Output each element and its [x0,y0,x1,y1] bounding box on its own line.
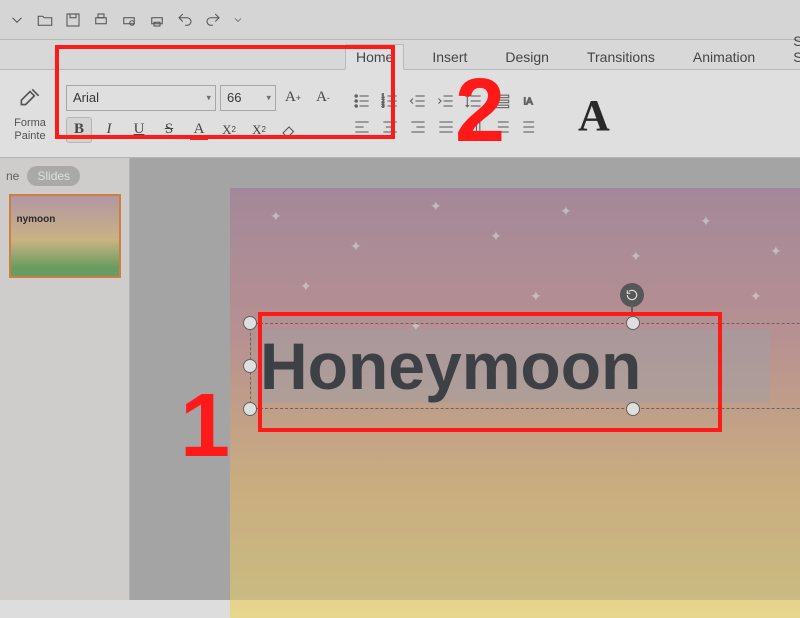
slide-canvas-area: ✦ ✦ ✦ ✦ ✦ ✦ ✦ ✦ ✦ ✦ ✦ ✦ Honeymoon [130,158,800,600]
tab-home[interactable]: Home [345,44,404,70]
bold-button[interactable]: B [66,117,92,143]
format-painter-label-1: Forma [6,117,54,129]
decrease-indent-icon[interactable] [408,91,428,111]
slide-thumbnail-1[interactable]: nymoon [9,194,121,278]
align-center-icon[interactable] [380,117,400,137]
tutorial-number-2: 2 [455,60,505,163]
format-painter-chunk: Forma Painte [6,85,54,141]
redo-icon[interactable] [204,11,222,29]
increase-indent-icon[interactable] [436,91,456,111]
font-size-value: 66 [227,90,241,105]
thumbnail-title: nymoon [17,214,56,225]
workspace: ne Slides nymoon ✦ ✦ ✦ ✦ ✦ ✦ ✦ ✦ ✦ ✦ ✦ ✦ [0,158,800,600]
slides-tab[interactable]: Slides [27,166,80,186]
numbering-icon[interactable]: 123 [380,91,400,111]
outline-tab[interactable]: ne [6,169,19,183]
rotate-handle[interactable] [620,283,644,307]
text-styles-button[interactable]: A [578,90,610,141]
text-direction-icon[interactable]: IA [520,91,540,111]
strikethrough-button[interactable]: S [156,117,182,143]
resize-handle-nw[interactable] [243,316,257,330]
font-color-button[interactable]: A [186,117,212,143]
tab-slideshow[interactable]: Slide Show [783,29,800,69]
clear-formatting-button[interactable] [276,117,302,143]
tutorial-number-1: 1 [180,375,230,478]
chevron-down-icon: ▾ [266,92,271,103]
format-painter-label-2: Painte [6,130,54,142]
resize-handle-n[interactable] [626,316,640,330]
undo-icon[interactable] [176,11,194,29]
open-icon[interactable] [36,11,54,29]
resize-handle-w[interactable] [243,359,257,373]
rotate-icon [625,288,639,302]
italic-button[interactable]: I [96,117,122,143]
tab-transitions[interactable]: Transitions [577,45,665,69]
superscript-button[interactable]: X2 [216,117,242,143]
print-direct-icon[interactable] [148,11,166,29]
font-size-combo[interactable]: 66 ▾ [220,85,276,111]
chevron-down-icon: ▾ [206,92,211,103]
slide-panel: ne Slides nymoon [0,158,130,600]
save-icon[interactable] [64,11,82,29]
dropdown-icon[interactable] [8,11,26,29]
tab-animation[interactable]: Animation [683,45,765,69]
align-right-icon[interactable] [408,117,428,137]
increase-font-size-button[interactable]: A+ [280,85,306,111]
svg-text:3: 3 [382,103,385,109]
resize-handle-sw[interactable] [243,402,257,416]
align-left-icon[interactable] [352,117,372,137]
decrease-font-size-button[interactable]: A- [310,85,336,111]
format-painter-icon [17,85,43,111]
font-name-value: Arial [73,90,99,105]
indent-right-icon[interactable] [520,117,540,137]
slide[interactable]: ✦ ✦ ✦ ✦ ✦ ✦ ✦ ✦ ✦ ✦ ✦ ✦ Honeymoon [230,188,800,618]
paragraph-group: 123 IA [348,85,544,143]
resize-handle-s[interactable] [626,402,640,416]
bullets-icon[interactable] [352,91,372,111]
quick-access-toolbar [0,0,800,40]
ribbon-home: Forma Painte Arial ▾ 66 ▾ A+ A- B I U S … [0,70,800,158]
subscript-button[interactable]: X2 [246,117,272,143]
print-icon[interactable] [92,11,110,29]
align-justify-icon[interactable] [436,117,456,137]
underline-button[interactable]: U [126,117,152,143]
format-painter-button[interactable]: Forma Painte [6,85,54,141]
font-group: Arial ▾ 66 ▾ A+ A- B I U S A X2 X2 [60,79,342,149]
ribbon-tab-strip: Home Insert Design Transitions Animation… [0,40,800,70]
title-textbox[interactable]: Honeymoon [250,323,800,409]
qat-more-icon[interactable] [232,11,244,29]
print-preview-icon[interactable] [120,11,138,29]
eraser-icon [280,121,298,139]
svg-text:IA: IA [523,96,533,107]
font-name-combo[interactable]: Arial ▾ [66,85,216,111]
title-text[interactable]: Honeymoon [260,323,641,409]
